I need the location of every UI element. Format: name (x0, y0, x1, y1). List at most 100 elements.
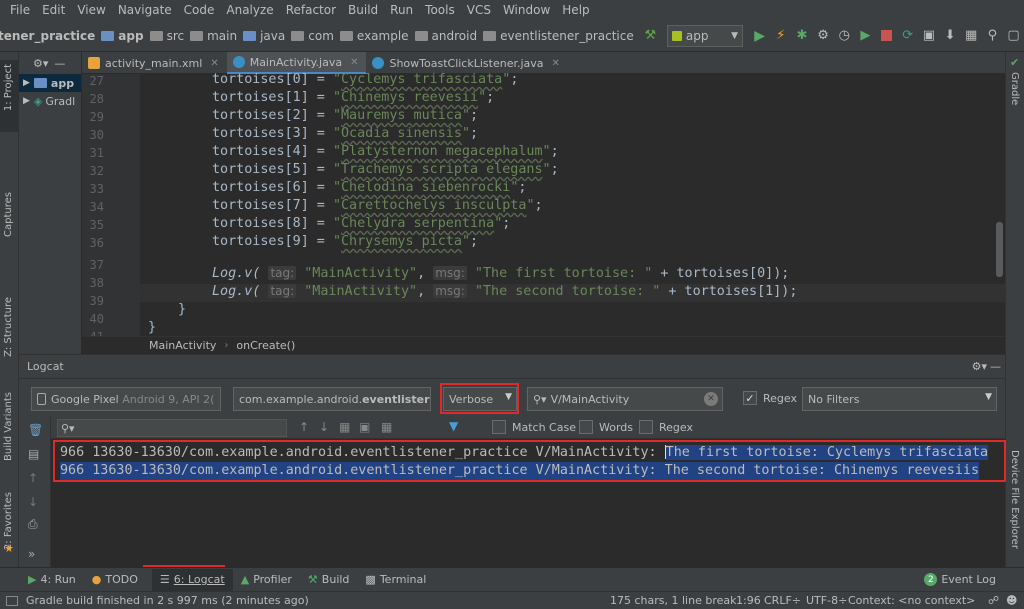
print-icon[interactable]: ⎙ (28, 517, 38, 532)
breadcrumb-method[interactable]: onCreate() (236, 339, 295, 352)
menu-file[interactable]: File (4, 3, 36, 17)
breadcrumb-eventlistener[interactable]: eventlistener_practice (483, 29, 634, 43)
menu-vcs[interactable]: VCS (461, 3, 497, 17)
sdk-manager-icon[interactable]: ⬇ (940, 25, 959, 47)
breadcrumb-src[interactable]: src (149, 29, 184, 43)
menu-build[interactable]: Build (342, 3, 384, 17)
breadcrumb-com[interactable]: com (291, 29, 334, 43)
code-line: tortoises[3] = "Ocadia sinensis"; (212, 126, 479, 141)
match-case-checkbox[interactable]: Match Case (492, 420, 576, 434)
minimize-icon[interactable]: — (54, 57, 65, 70)
device-file-explorer-button[interactable]: Device File Explorer (1009, 450, 1020, 549)
log-call: Log.v( (212, 266, 261, 281)
profile-icon[interactable]: ◷ (835, 25, 854, 47)
editor-scrollbar[interactable] (996, 222, 1003, 277)
filter-icon[interactable]: ▼ (449, 419, 458, 433)
stop-icon[interactable] (877, 25, 896, 47)
arrow-up-icon[interactable]: ↑ (299, 420, 309, 434)
context-info[interactable]: Context: <no context> (848, 594, 975, 607)
tab-main-activity[interactable]: MainActivity.java ✕ (226, 52, 367, 74)
window-icon[interactable]: ▢ (1004, 25, 1023, 47)
gradle-tool-button[interactable]: Gradle (1009, 72, 1020, 105)
filter-dropdown[interactable]: No Filters ▼ (802, 387, 997, 411)
close-icon[interactable]: ✕ (350, 57, 358, 68)
breadcrumb-java[interactable]: java (243, 29, 285, 43)
words-checkbox[interactable]: Words (579, 420, 633, 434)
gradle-icon: ◈ (33, 94, 43, 108)
breadcrumb-app[interactable]: app (101, 29, 144, 43)
more-icon[interactable]: » (28, 547, 35, 561)
menu-view[interactable]: View (71, 3, 111, 17)
package-dropdown[interactable]: com.example.android. eventlister (233, 387, 431, 411)
caret-position[interactable]: 1:96 (736, 594, 761, 607)
find-input[interactable]: ⚲▾ (57, 419, 287, 437)
run-icon[interactable]: ▶ (750, 25, 769, 47)
project-tool-button[interactable]: 1: Project (3, 64, 14, 111)
tab-show-toast-listener[interactable]: ShowToastClickListener.java ✕ (366, 52, 567, 74)
sync-gradle-icon[interactable]: ⟳ (898, 25, 917, 47)
menu-analyze[interactable]: Analyze (220, 3, 279, 17)
expand-icon[interactable]: ▦ (381, 420, 392, 434)
run-tool-button[interactable]: ▶ 4: Run (20, 569, 84, 591)
close-icon[interactable]: ✕ (210, 58, 218, 69)
menu-navigate[interactable]: Navigate (112, 3, 178, 17)
menu-help[interactable]: Help (556, 3, 595, 17)
menu-window[interactable]: Window (497, 3, 556, 17)
search-icon[interactable]: ⚲ (983, 25, 1002, 47)
run-config-dropdown[interactable]: app ▼ (666, 24, 744, 47)
arrow-up-icon[interactable]: ↑ (28, 471, 38, 485)
hammer-icon[interactable]: ⚒ (641, 25, 660, 47)
regex2-checkbox[interactable]: Regex (639, 420, 693, 434)
trash-icon[interactable]: 🗑 (28, 423, 43, 437)
regex-checkbox[interactable]: ✓ Regex (743, 391, 797, 405)
arrow-down-icon[interactable]: ↓ (28, 495, 38, 509)
attach-debugger-icon[interactable]: ⚙ (814, 25, 833, 47)
menu-tools[interactable]: Tools (419, 3, 461, 17)
quote: " (332, 234, 341, 249)
tab-activity-main-xml[interactable]: activity_main.xml ✕ (82, 52, 227, 74)
device-dropdown[interactable]: Google Pixel Android 9, API 2( (31, 387, 221, 411)
tree-item-gradle[interactable]: ▶ ◈ Gradl (19, 92, 81, 110)
tree-item-app[interactable]: ▶ app (19, 74, 81, 92)
settings-icon[interactable]: ⚙▾ (972, 360, 987, 373)
menu-edit[interactable]: Edit (36, 3, 71, 17)
debug-icon[interactable]: ✱ (792, 25, 811, 47)
logcat-tool-button[interactable]: ☰ 6: Logcat (151, 568, 233, 591)
status-message: Gradle build finished in 2 s 997 ms (2 m… (26, 594, 309, 607)
breadcrumb-android[interactable]: android (414, 29, 477, 43)
breadcrumb-main[interactable]: main (190, 29, 237, 43)
menu-code[interactable]: Code (178, 3, 221, 17)
structure-tool-button[interactable]: Z: Structure (3, 297, 14, 357)
close-icon[interactable]: ✕ (552, 58, 560, 69)
event-log-button[interactable]: 2 Event Log (916, 569, 1004, 591)
file-encoding[interactable]: UTF-8÷ (806, 594, 847, 607)
avd-manager-icon[interactable]: ▣ (919, 25, 938, 47)
select-all-icon[interactable]: ▣ (359, 420, 370, 434)
build-tool-button[interactable]: ⚒ Build (300, 569, 358, 591)
layout-inspector-icon[interactable]: ▦ (962, 25, 981, 47)
breadcrumb-example[interactable]: example (339, 29, 409, 43)
arrow-down-icon[interactable]: ↓ (319, 420, 329, 434)
find-all-icon[interactable]: ▦ (339, 420, 350, 434)
clear-icon[interactable]: ✕ (704, 392, 718, 406)
window-icon[interactable] (6, 595, 18, 606)
terminal-tool-button[interactable]: ▩ Terminal (357, 569, 434, 591)
scroll-end-icon[interactable]: ▤ (28, 447, 39, 461)
build-variants-tool-button[interactable]: Build Variants (3, 392, 14, 461)
menu-refactor[interactable]: Refactor (280, 3, 342, 17)
profiler-tool-button[interactable]: ▲ Profiler (233, 569, 300, 591)
apply-changes-icon[interactable]: ⚡ (771, 25, 790, 47)
captures-tool-button[interactable]: Captures (3, 192, 14, 237)
breadcrumb-project[interactable]: tener_practice (0, 29, 95, 43)
tab-label: activity_main.xml (105, 56, 203, 70)
logcat-search-input[interactable]: ⚲▾ V/MainActivity ✕ (527, 387, 723, 411)
settings-icon[interactable]: ⚙▾ (33, 57, 48, 70)
lock-icon[interactable]: ☍ (988, 594, 999, 607)
breadcrumb-class[interactable]: MainActivity (149, 339, 216, 352)
line-separator[interactable]: CRLF÷ (764, 594, 801, 607)
minimize-icon[interactable]: — (990, 360, 1001, 373)
coverage-icon[interactable]: ▶ (856, 25, 875, 47)
todo-tool-button[interactable]: ● TODO (84, 569, 146, 591)
notification-icon[interactable]: ☻ (1006, 594, 1017, 607)
menu-run[interactable]: Run (384, 3, 419, 17)
